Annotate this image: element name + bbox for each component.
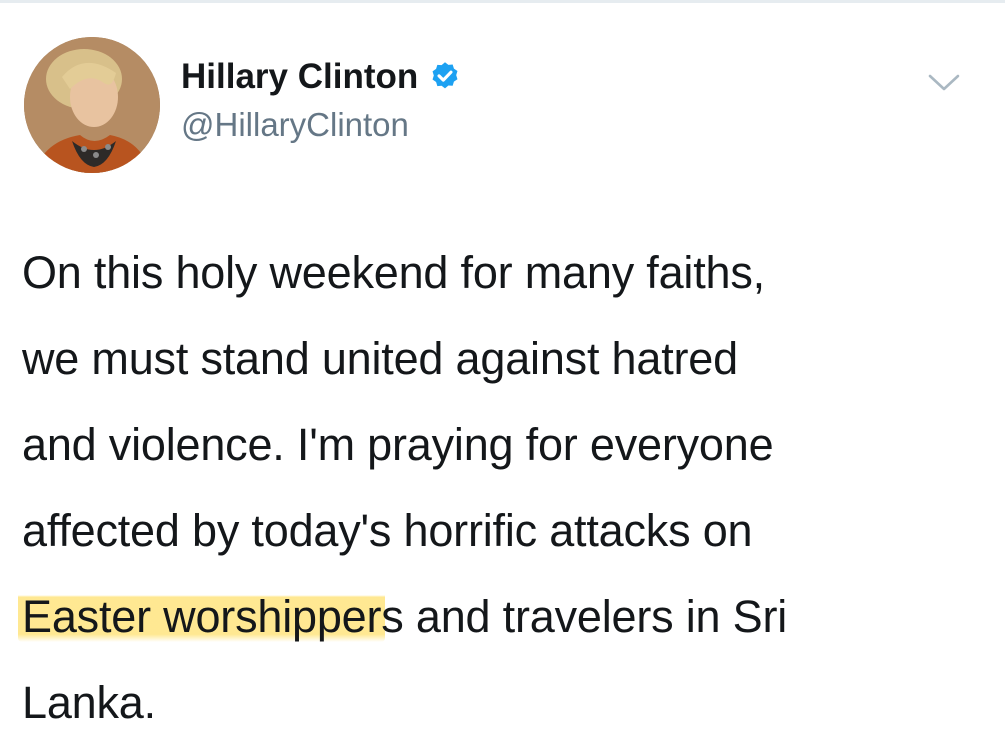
tweet-text-segment: Lanka.	[22, 677, 156, 728]
tweet-text-segment: and violence. I'm praying for everyone	[22, 419, 774, 470]
verified-badge-icon	[432, 62, 458, 89]
tweet-line: Lanka.	[22, 660, 992, 746]
tweet-text-segment: affected by today's horrific attacks on	[22, 505, 753, 556]
tweet-line: Easter worshippers and travelers in Sri	[18, 574, 992, 660]
chevron-down-icon	[928, 74, 960, 91]
tweet-line: affected by today's horrific attacks on	[22, 488, 992, 574]
highlighted-text: Easter worshipper	[18, 591, 386, 642]
author-handle[interactable]: @HillaryClinton	[181, 106, 409, 144]
display-name[interactable]: Hillary Clinton	[181, 57, 418, 97]
more-options-button[interactable]	[919, 63, 969, 103]
avatar[interactable]	[24, 37, 160, 173]
tweet-line: On this holy weekend for many faiths,	[22, 230, 992, 316]
tweet-body: On this holy weekend for many faiths, we…	[18, 230, 992, 746]
tweet-text-segment: we must stand united against hatred	[22, 333, 738, 384]
tweet-text-segment: On this holy weekend for many faiths,	[22, 247, 765, 298]
author-name-row: Hillary Clinton	[181, 55, 462, 99]
profile-photo	[24, 37, 160, 173]
tweet-line: we must stand united against hatred	[22, 316, 992, 402]
tweet-text-segment: s and travelers in Sri	[381, 591, 788, 642]
tweet-line: and violence. I'm praying for everyone	[22, 402, 992, 488]
tweet-card: Hillary Clinton @HillaryClinton On this …	[0, 3, 1005, 739]
